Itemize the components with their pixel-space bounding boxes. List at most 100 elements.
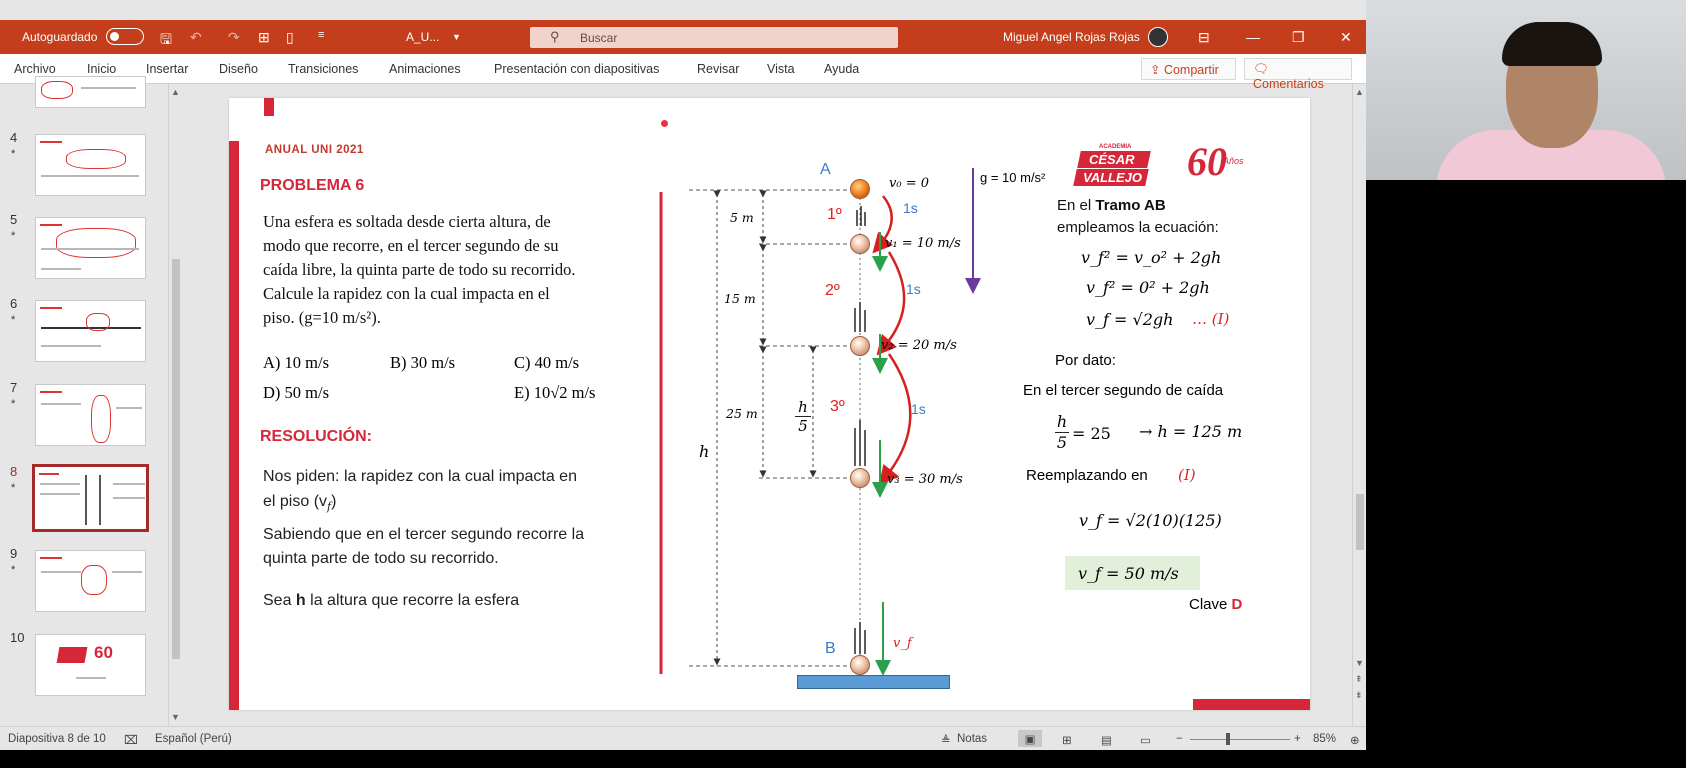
- slide-counter: Diapositiva 8 de 10: [8, 733, 106, 745]
- slide-thumbnail-4[interactable]: [35, 134, 146, 196]
- tab-diseno[interactable]: Diseño: [219, 62, 258, 76]
- scroll-down-arrow-icon[interactable]: ▼: [1355, 658, 1364, 668]
- restore-icon[interactable]: ❐: [1292, 29, 1305, 46]
- zoom-slider-thumb[interactable]: [1226, 733, 1230, 745]
- logo-anos: Años: [1223, 156, 1244, 166]
- tab-inicio[interactable]: Inicio: [87, 62, 116, 76]
- next-slide-icon[interactable]: ⇟: [1355, 690, 1363, 701]
- scroll-up-arrow-icon[interactable]: ▲: [1355, 87, 1364, 97]
- answer-key-label: Clave: [1189, 596, 1228, 613]
- segment-3-label: 3º: [830, 398, 845, 415]
- thumb-line: [41, 175, 139, 177]
- fraction-numerator: h: [1055, 412, 1069, 433]
- final-equation: v_f = √2(10)(125): [1079, 511, 1222, 530]
- thumb-line: [40, 141, 62, 143]
- user-name[interactable]: Miguel Angel Rojas Rojas: [1003, 30, 1140, 44]
- minimize-icon[interactable]: —: [1246, 29, 1260, 45]
- autosave-toggle[interactable]: [106, 28, 144, 45]
- distance-5m: 5 m: [730, 210, 754, 225]
- zoom-out-icon[interactable]: −: [1176, 733, 1183, 745]
- fraction-denominator: 5: [1056, 433, 1068, 452]
- tab-ayuda[interactable]: Ayuda: [824, 62, 859, 76]
- present-icon[interactable]: ⊞: [258, 29, 270, 46]
- thumb-line: [76, 677, 106, 679]
- equation-1: v_f² = v_o² + 2gh: [1081, 248, 1222, 267]
- tab-revisar[interactable]: Revisar: [697, 62, 739, 76]
- slide-canvas[interactable]: ANUAL UNI 2021 PROBLEMA 6 Una esfera es …: [229, 98, 1310, 710]
- thumb-line: [41, 268, 81, 270]
- scroll-down-arrow-icon[interactable]: ▼: [171, 712, 180, 722]
- thumb-line: [40, 483, 80, 485]
- scroll-up-arrow-icon[interactable]: ▲: [171, 87, 180, 97]
- slide-thumbnail-8-selected[interactable]: [32, 464, 149, 532]
- share-button[interactable]: ⇪ Compartir: [1141, 58, 1236, 80]
- notes-button[interactable]: Notas: [957, 733, 987, 745]
- segment-2-label: 2º: [825, 282, 840, 299]
- doc-dropdown-icon[interactable]: ▼: [452, 32, 461, 42]
- zoom-level[interactable]: 85%: [1313, 733, 1336, 745]
- slideshow-icon[interactable]: ▭: [1140, 733, 1151, 747]
- redo-icon[interactable]: ↷: [228, 29, 240, 46]
- point-a-label: A: [820, 161, 831, 178]
- prev-slide-icon[interactable]: ⇞: [1355, 674, 1363, 685]
- slide-number-10: 10: [10, 630, 25, 645]
- vf-label: v_f: [893, 636, 912, 651]
- slide-sorter-icon[interactable]: ⊞: [1062, 733, 1072, 747]
- tab-presentacion[interactable]: Presentación con diapositivas: [494, 62, 659, 76]
- tab-transiciones[interactable]: Transiciones: [288, 62, 358, 76]
- zoom-slider[interactable]: [1190, 733, 1290, 745]
- sphere-at-b: [850, 655, 870, 675]
- free-fall-diagram: [659, 168, 981, 680]
- sphere-at-3s: [850, 468, 870, 488]
- editor-scrollbar[interactable]: ▲ ▼ ⇞ ⇟: [1352, 84, 1366, 726]
- normal-view-icon[interactable]: ▣: [1018, 730, 1042, 747]
- thumbnails-scrollbar[interactable]: ▲ ▼: [168, 84, 182, 726]
- accessibility-icon[interactable]: ⌧: [124, 733, 138, 747]
- zoom-in-icon[interactable]: +: [1294, 733, 1301, 745]
- tab-insertar[interactable]: Insertar: [146, 62, 188, 76]
- height-h-label: h: [699, 442, 710, 461]
- new-doc-icon[interactable]: ▯: [286, 29, 294, 46]
- user-avatar[interactable]: [1148, 27, 1168, 47]
- close-icon[interactable]: ✕: [1340, 29, 1352, 46]
- slide-thumbnail-10[interactable]: 60: [35, 634, 146, 696]
- slide-number-7: 7: [10, 380, 18, 395]
- search-box[interactable]: ⚲ Buscar: [530, 27, 898, 48]
- equation-2: v_f² = 0² + 2gh: [1086, 278, 1210, 297]
- sphere-at-2s: [850, 336, 870, 356]
- sphere-at-a: [850, 179, 870, 199]
- notes-icon[interactable]: ≜: [941, 733, 951, 747]
- fit-slide-icon[interactable]: ⊕: [1350, 733, 1360, 747]
- comments-label: Comentarios: [1253, 77, 1324, 91]
- solution-intro-bold: Tramo AB: [1095, 197, 1166, 214]
- customize-icon[interactable]: ≡: [318, 29, 324, 41]
- slide-animation-star: *: [11, 230, 16, 242]
- status-bar: Diapositiva 8 de 10 ⌧ Español (Perú) ≜ N…: [0, 726, 1366, 750]
- save-icon[interactable]: 🖫: [160, 29, 172, 53]
- reading-view-icon[interactable]: ▤: [1101, 733, 1112, 747]
- tab-vista[interactable]: Vista: [767, 62, 795, 76]
- scrollbar-thumb[interactable]: [1356, 494, 1364, 550]
- thumb-line: [40, 307, 62, 309]
- slide-thumbnail-5[interactable]: [35, 217, 146, 279]
- slide-thumbnail-3[interactable]: [35, 76, 146, 108]
- ribbon-tabs: Archivo Inicio Insertar Diseño Transicio…: [0, 54, 1366, 91]
- tab-animaciones[interactable]: Animaciones: [389, 62, 461, 76]
- slide-thumbnail-7[interactable]: [35, 384, 146, 446]
- thumb-line: [113, 483, 145, 485]
- document-name[interactable]: A_U...: [406, 30, 439, 44]
- h5-denominator: 5: [798, 417, 808, 435]
- language-label[interactable]: Español (Perú): [155, 733, 232, 745]
- sixty-years-logo: 60 Años: [1187, 138, 1257, 188]
- comments-button[interactable]: 🗨 Comentarios: [1244, 58, 1352, 91]
- scrollbar-thumb[interactable]: [172, 259, 180, 659]
- v2-label: v₂ = 20 m/s: [881, 338, 957, 353]
- title-bar: Autoguardado 🖫 ↶ ↷ ⊞ ▯ ≡ A_U... ▼ ⚲ Busc…: [0, 20, 1366, 54]
- slide-thumbnail-9[interactable]: [35, 550, 146, 612]
- ribbon-display-icon[interactable]: ⊟: [1198, 29, 1210, 46]
- undo-icon[interactable]: ↶: [190, 29, 202, 46]
- slide-thumbnail-6[interactable]: [35, 300, 146, 362]
- thumb-shape: [91, 395, 111, 443]
- v1-label: v₁ = 10 m/s: [885, 236, 961, 251]
- tab-archivo[interactable]: Archivo: [14, 62, 56, 76]
